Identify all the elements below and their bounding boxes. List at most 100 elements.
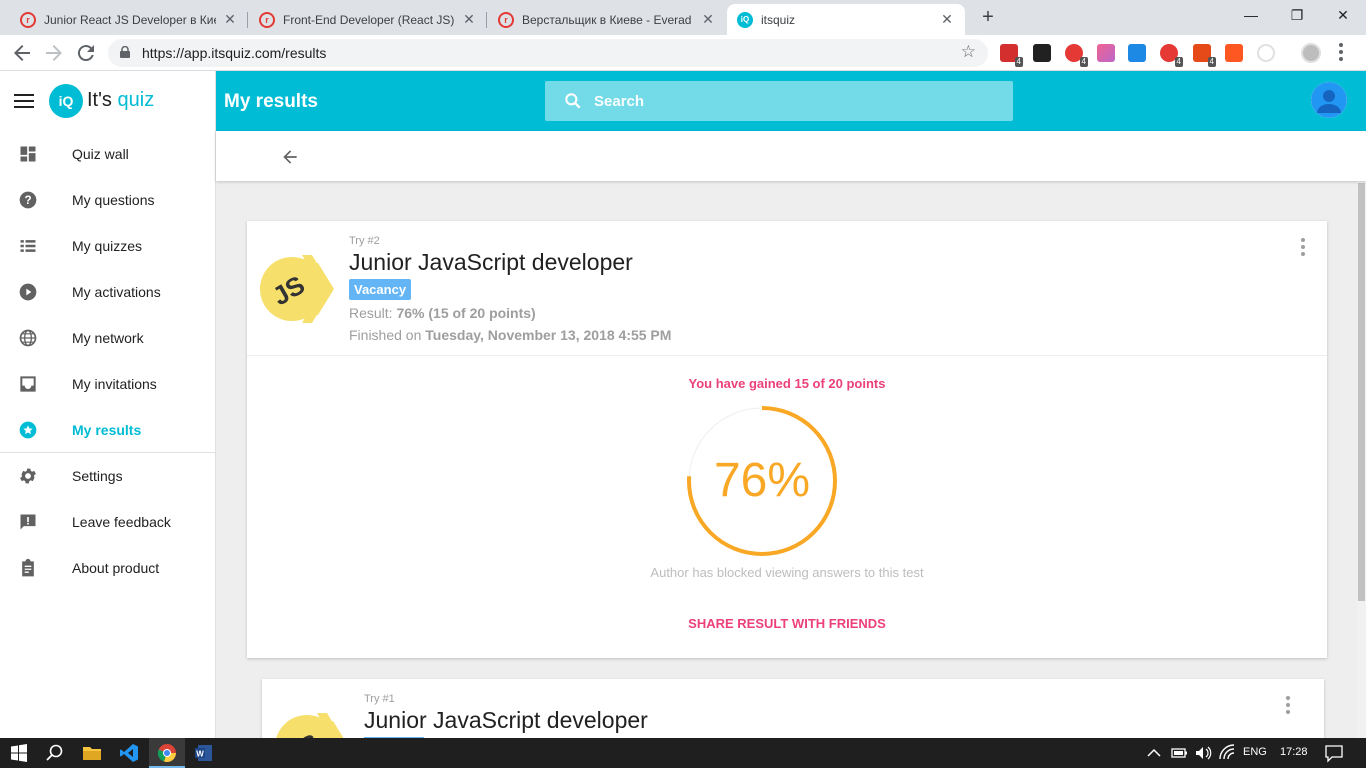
- clipboard-icon: [22, 558, 34, 577]
- ya-extension-icon[interactable]: [1225, 44, 1243, 62]
- close-tab-icon[interactable]: ✕: [939, 11, 955, 28]
- volume-icon[interactable]: [1193, 743, 1213, 763]
- search-input[interactable]: [594, 81, 994, 121]
- sidebar-item-my-network[interactable]: My network: [0, 315, 215, 361]
- chevron-up-icon[interactable]: [1144, 743, 1164, 763]
- opera-extension-icon[interactable]: 4: [1160, 44, 1183, 67]
- browser-tab-active[interactable]: iQ itsquiz ✕: [727, 4, 965, 35]
- avatar[interactable]: [1311, 82, 1347, 118]
- notifications-icon[interactable]: [1324, 743, 1344, 763]
- battery-icon[interactable]: [1169, 743, 1189, 763]
- more-options-icon[interactable]: [1299, 238, 1307, 258]
- sidebar-item-my-activations[interactable]: My activations: [0, 269, 215, 315]
- finished-line: Finished on Tuesday, November 13, 2018 4…: [349, 327, 671, 343]
- sidebar-item-label: My invitations: [72, 376, 157, 392]
- back-arrow-icon[interactable]: [280, 147, 300, 167]
- sidebar-item-leave-feedback[interactable]: Leave feedback: [0, 499, 215, 545]
- logo-text-quiz: quiz: [117, 89, 155, 111]
- scrollbar-thumb[interactable]: [1358, 183, 1365, 601]
- browser-profile-icon[interactable]: [1301, 43, 1321, 63]
- forward-arrow-icon[interactable]: [42, 41, 66, 65]
- rabota-icon: r: [259, 11, 275, 28]
- itsquiz-icon: iQ: [737, 11, 753, 28]
- new-tab-button[interactable]: +: [978, 6, 998, 28]
- quiz-title[interactable]: Junior JavaScript developer: [364, 707, 648, 734]
- logo-text[interactable]: It's quiz: [87, 89, 154, 112]
- sub-toolbar: [216, 131, 1366, 181]
- gear-icon: [20, 468, 36, 484]
- sidebar-item-my-quizzes[interactable]: My quizzes: [0, 223, 215, 269]
- sidebar-item-about-product[interactable]: About product: [0, 545, 215, 591]
- result-line: Result: 76% (15 of 20 points): [349, 305, 536, 321]
- browser-tab-3[interactable]: r Верстальщик в Киеве - Everad | ✕: [488, 4, 726, 35]
- vscode-icon[interactable]: [119, 743, 139, 763]
- extension-badge: 4: [1174, 57, 1183, 67]
- results-list[interactable]: JS Try #2 Junior JavaScript developer Va…: [216, 181, 1357, 738]
- minimize-button[interactable]: —: [1228, 0, 1274, 30]
- reload-icon[interactable]: [74, 41, 98, 65]
- more-options-icon[interactable]: [1284, 696, 1292, 716]
- page-title: My results: [224, 91, 318, 112]
- bookmark-star-icon[interactable]: ☆: [961, 42, 976, 62]
- browser-menu-icon[interactable]: [1338, 43, 1344, 61]
- radar-extension-icon[interactable]: [1257, 44, 1275, 62]
- adblock-extension-icon[interactable]: 4: [1000, 44, 1023, 67]
- brave-extension-icon[interactable]: 4: [1193, 44, 1216, 67]
- address-bar[interactable]: https://app.itsquiz.com/results ☆: [108, 39, 988, 67]
- file-explorer-icon[interactable]: [82, 743, 102, 763]
- sidebar-item-settings[interactable]: Settings: [0, 453, 215, 499]
- svg-text:W: W: [196, 750, 204, 759]
- search-box[interactable]: [545, 81, 1013, 121]
- page-scrollbar[interactable]: [1357, 181, 1366, 738]
- input-language[interactable]: ENG: [1243, 746, 1267, 758]
- sidebar-item-my-results[interactable]: My results: [0, 407, 215, 453]
- close-tab-icon[interactable]: ✕: [700, 11, 716, 28]
- react-devtools-extension-icon[interactable]: [1033, 44, 1051, 62]
- chrome-icon: [157, 744, 177, 763]
- translate-extension-icon[interactable]: [1128, 44, 1146, 62]
- search-icon[interactable]: [45, 743, 65, 763]
- logo-text-its: It's: [87, 89, 112, 111]
- javascript-quiz-icon: JS: [260, 255, 334, 323]
- browser-tab-title: Front-End Developer (React JS) в: [283, 12, 455, 27]
- lock-icon: [120, 46, 130, 58]
- wifi-icon[interactable]: [1217, 743, 1237, 763]
- quiz-title[interactable]: Junior JavaScript developer: [349, 249, 633, 276]
- windows-taskbar: W ENG 17:28: [0, 738, 1366, 768]
- close-tab-icon[interactable]: ✕: [461, 11, 477, 28]
- try-number: Try #2: [349, 235, 380, 247]
- extension-badge: 4: [1014, 57, 1023, 67]
- sidebar-item-my-questions[interactable]: ? My questions: [0, 177, 215, 223]
- word-icon[interactable]: W: [194, 743, 214, 763]
- app-header: My results: [216, 71, 1366, 131]
- inbox-icon: [20, 376, 36, 392]
- result-card: JS Try #1 Junior JavaScript developer: [262, 679, 1324, 738]
- menu-icon[interactable]: [14, 94, 34, 108]
- score-percent: 76%: [713, 454, 811, 507]
- browser-tab-1[interactable]: r Junior React JS Developer в Киев ✕: [10, 4, 248, 35]
- taskbar-active-app[interactable]: [149, 738, 185, 768]
- user-icon: [1311, 82, 1347, 118]
- sidebar-item-my-invitations[interactable]: My invitations: [0, 361, 215, 407]
- back-arrow-icon[interactable]: [10, 41, 34, 65]
- share-result-button[interactable]: SHARE RESULT WITH FRIENDS: [247, 616, 1327, 631]
- result-value: 76% (15 of 20 points): [396, 305, 536, 321]
- extension-badge: 4: [1207, 57, 1216, 67]
- svg-text:?: ?: [24, 194, 31, 207]
- close-window-button[interactable]: ✕: [1320, 0, 1366, 30]
- clock[interactable]: 17:28: [1280, 746, 1308, 758]
- browser-tab-2[interactable]: r Front-End Developer (React JS) в ✕: [249, 4, 487, 35]
- sidebar-item-label: Quiz wall: [72, 146, 129, 162]
- windows-start-icon[interactable]: [9, 743, 29, 763]
- globe-icon: [19, 329, 37, 347]
- restore-button[interactable]: ❐: [1274, 0, 1320, 30]
- opera-extension-icon[interactable]: 4: [1065, 44, 1088, 67]
- browser-tab-title: Верстальщик в Киеве - Everad |: [522, 12, 694, 27]
- browser-tab-strip: r Junior React JS Developer в Киев ✕ r F…: [0, 0, 1366, 35]
- color-extension-icon[interactable]: [1097, 44, 1115, 62]
- sidebar-item-quiz-wall[interactable]: Quiz wall: [0, 131, 215, 177]
- logo-icon[interactable]: iQ: [49, 84, 83, 118]
- javascript-quiz-icon: JS: [276, 713, 344, 738]
- sidebar-item-label: About product: [72, 560, 160, 576]
- close-tab-icon[interactable]: ✕: [222, 11, 238, 28]
